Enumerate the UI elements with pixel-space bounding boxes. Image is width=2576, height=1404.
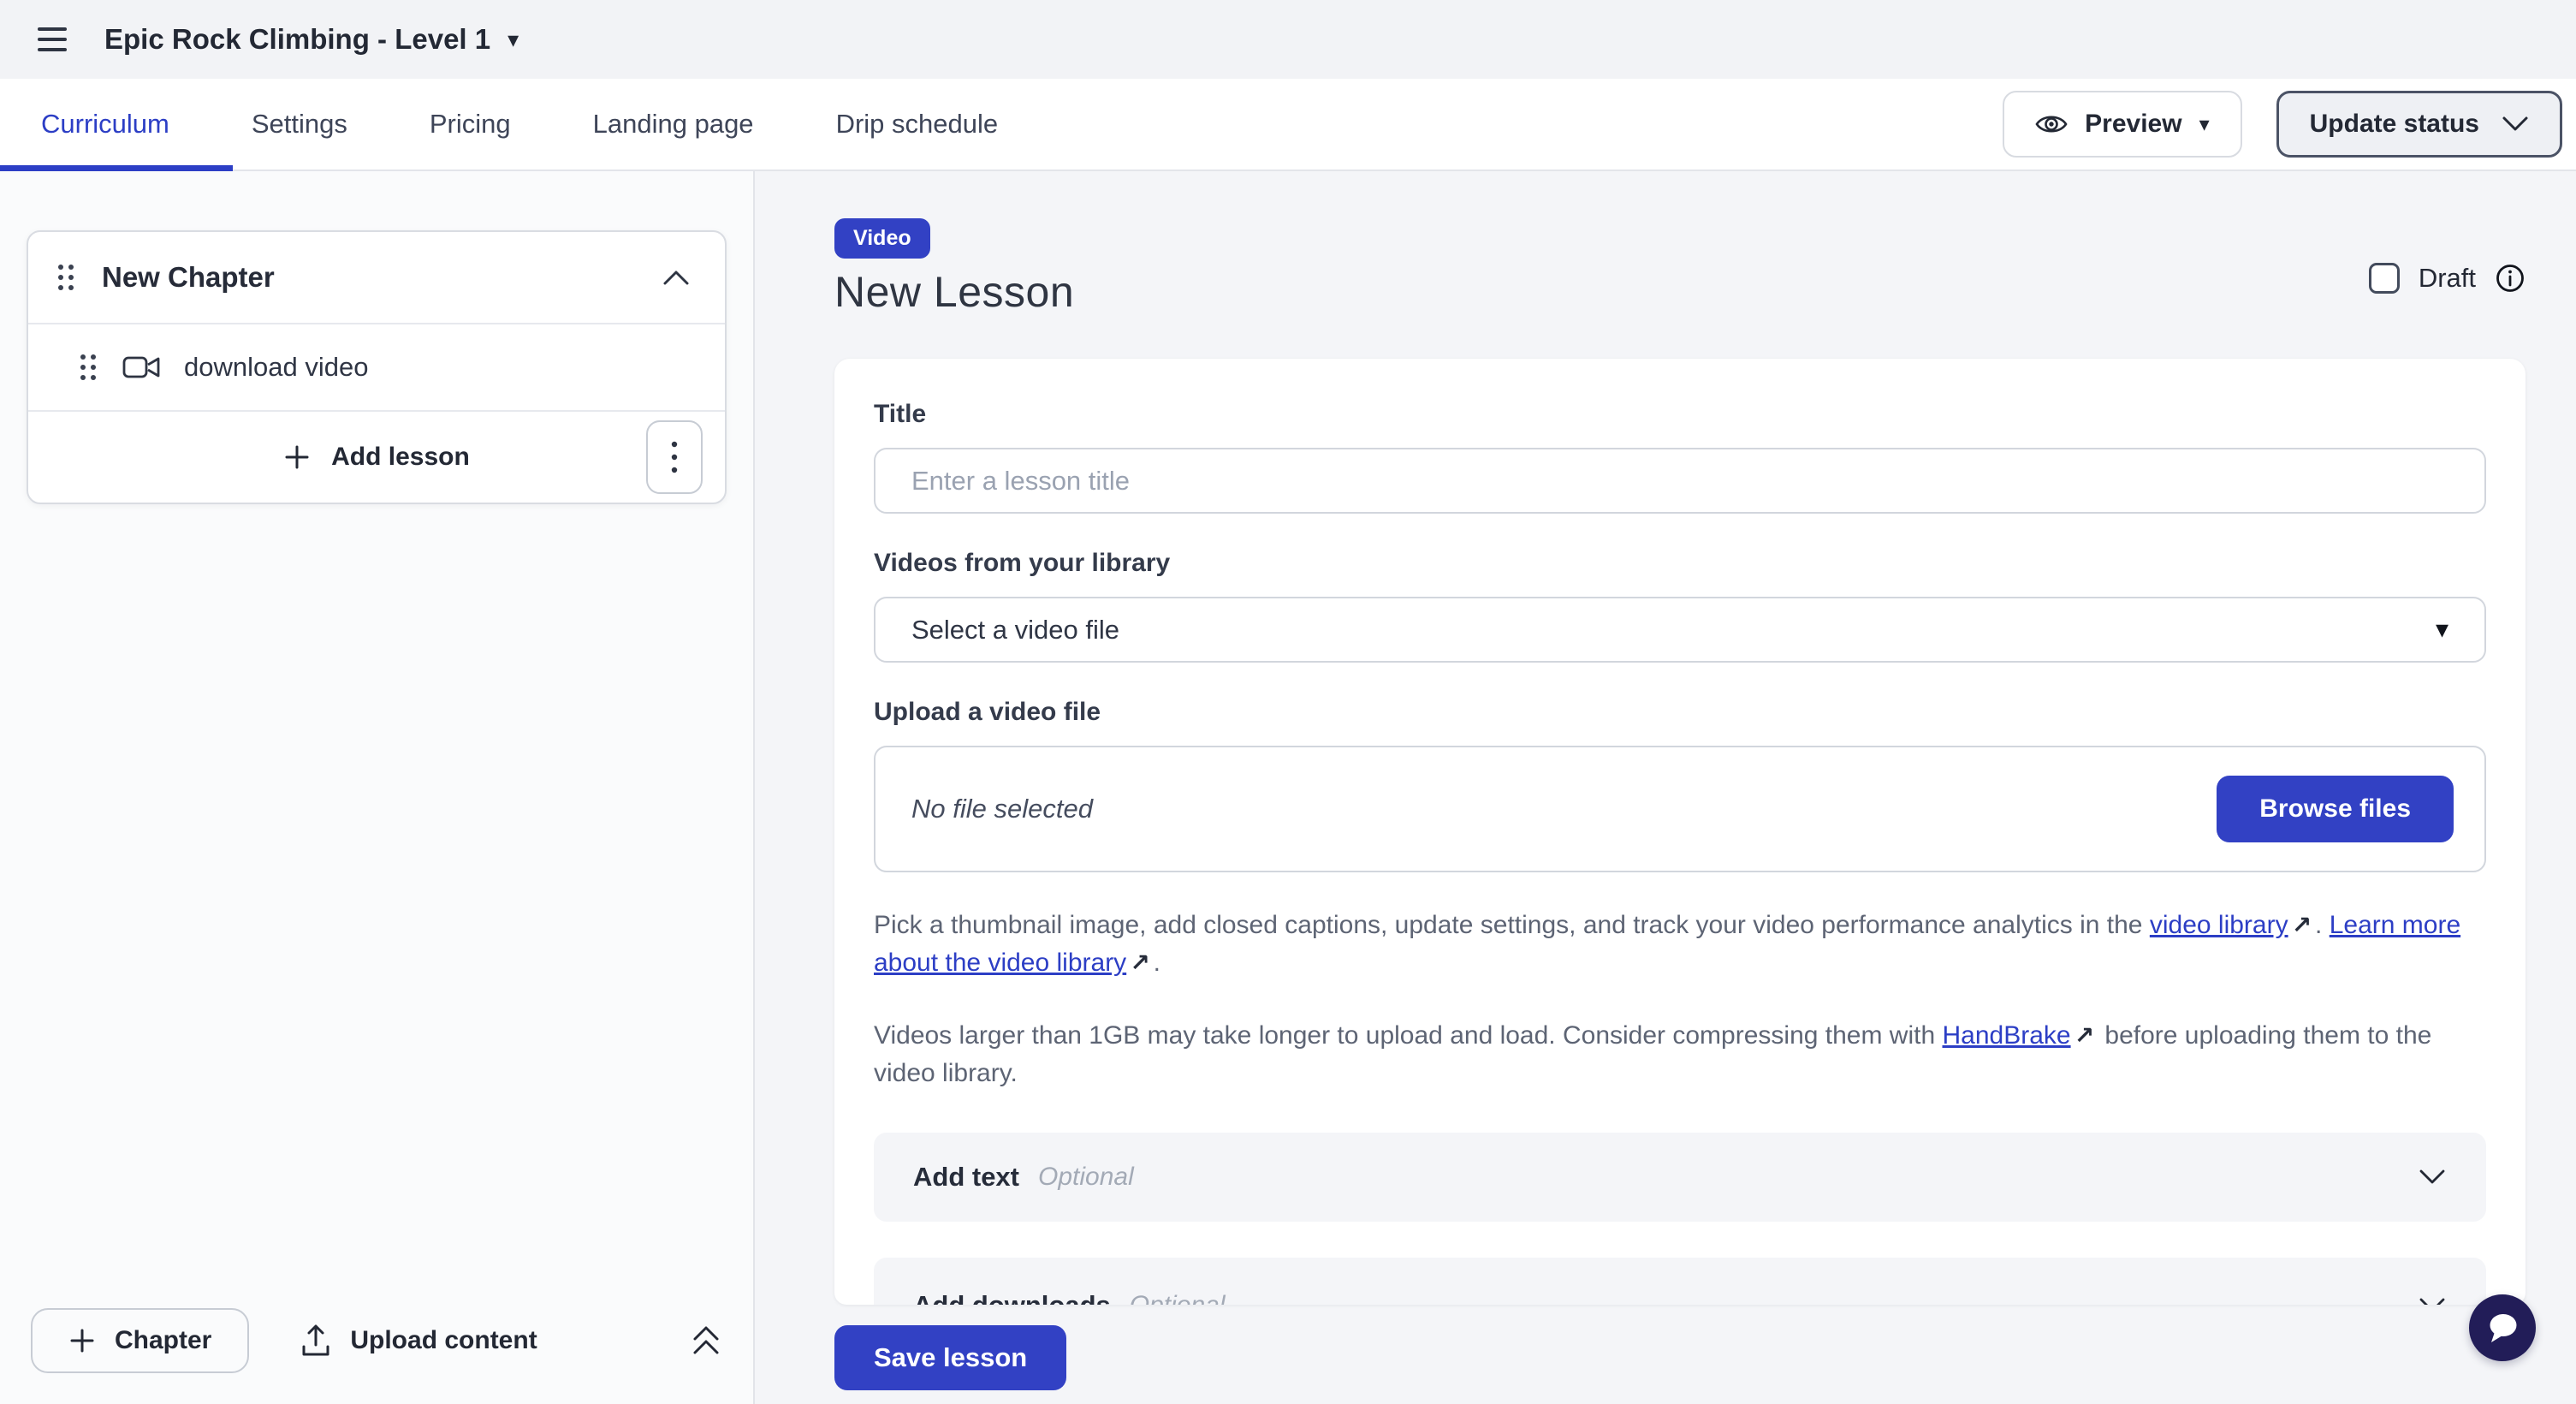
save-lesson-button[interactable]: Save lesson [834,1325,1066,1390]
chat-bubble-icon [2484,1310,2521,1346]
help-text: Pick a thumbnail image, add closed capti… [874,911,2150,939]
title-field-label: Title [874,400,2486,429]
help-text: Videos larger than 1GB may take longer t… [874,1021,1943,1050]
update-status-label: Update status [2310,110,2479,139]
add-text-label: Add text [913,1162,1019,1193]
video-library-help-text: Pick a thumbnail image, add closed capti… [874,907,2486,983]
info-icon[interactable] [2495,263,2526,294]
upload-field-label: Upload a video file [874,698,2486,727]
file-dropzone[interactable]: No file selected Browse files [874,746,2486,872]
active-tab-underline [0,165,233,171]
curriculum-sidebar: New Chapter [0,171,755,1404]
chevron-down-icon [2502,116,2529,133]
drag-handle-icon[interactable] [54,261,78,294]
kebab-icon [671,440,678,474]
chevron-down-icon [2418,1169,2447,1186]
optional-label: Optional [1038,1163,1134,1192]
chevron-up-icon[interactable] [662,269,691,286]
title-field-group: Title [874,400,2486,514]
lesson-editor: Video New Lesson Draft Title [755,171,2576,1404]
draft-label: Draft [2419,263,2476,294]
video-lesson-icon [122,354,162,381]
tab-drip-schedule[interactable]: Drip schedule [836,109,999,140]
video-library-label: Videos from your library [874,549,2486,578]
tabs: Curriculum Settings Pricing Landing page… [0,109,998,140]
chapter-title: New Chapter [102,261,638,294]
header-actions: Preview ▾ Update status [2003,91,2562,158]
support-chat-button[interactable] [2469,1294,2536,1361]
tab-curriculum[interactable]: Curriculum [41,109,169,140]
tab-landing-page[interactable]: Landing page [593,109,754,140]
upload-field-group: Upload a video file No file selected Bro… [874,698,2486,872]
video-library-field-group: Videos from your library Select a video … [874,549,2486,663]
browse-files-button[interactable]: Browse files [2217,776,2454,842]
video-library-select[interactable]: Select a video file ▾ [874,597,2486,663]
lesson-title: download video [184,352,368,383]
lesson-form-card: Title Videos from your library Select a … [834,359,2526,1305]
eye-icon [2035,111,2068,137]
chapter-footer: Add lesson [28,410,725,503]
handbrake-link[interactable]: HandBrake [1943,1021,2071,1050]
lesson-title-input[interactable] [874,448,2486,514]
no-file-text: No file selected [911,794,1093,824]
draft-toggle-group: Draft [2369,263,2526,294]
chevron-down-icon [2418,1297,2447,1305]
help-text: . [1154,949,1160,977]
preview-button[interactable]: Preview ▾ [2003,91,2241,158]
page-title: New Lesson [834,267,1074,317]
course-switcher[interactable]: Epic Rock Climbing - Level 1 ▾ [104,23,519,56]
add-chapter-button[interactable]: Chapter [31,1308,249,1373]
tab-settings[interactable]: Settings [252,109,347,140]
upload-content-button[interactable]: Upload content [300,1324,537,1358]
external-link-icon: ↗ [2288,912,2315,938]
lesson-head: Video New Lesson Draft [834,218,2526,317]
top-bar: Epic Rock Climbing - Level 1 ▾ [0,0,2576,79]
add-downloads-accordion[interactable]: Add downloads Optional [874,1258,2486,1305]
caret-down-icon: ▾ [2199,112,2210,137]
lesson-type-badge: Video [834,218,930,259]
tab-bar: Curriculum Settings Pricing Landing page… [0,79,2576,171]
external-link-icon: ↗ [2071,1022,2098,1049]
add-downloads-label: Add downloads [913,1290,1111,1305]
video-library-link[interactable]: video library [2150,911,2288,939]
course-title: Epic Rock Climbing - Level 1 [104,23,490,56]
hamburger-menu-icon[interactable] [38,27,67,51]
compression-help-text: Videos larger than 1GB may take longer t… [874,1017,2486,1093]
video-library-select-value: Select a video file [911,615,1119,645]
caret-down-icon: ▾ [2436,615,2448,645]
external-link-icon: ↗ [1126,949,1153,976]
add-lesson-label: Add lesson [331,443,470,472]
chapter-menu-button[interactable] [646,420,703,494]
plus-icon [68,1327,96,1354]
help-text: . [2315,911,2330,939]
optional-label: Optional [1130,1291,1226,1305]
plus-icon [283,443,311,471]
drag-handle-icon[interactable] [76,351,100,384]
preview-button-label: Preview [2085,110,2181,139]
caret-down-icon: ▾ [507,28,519,51]
chapter-header[interactable]: New Chapter [28,232,725,323]
collapse-all-button[interactable] [690,1324,722,1358]
add-chapter-label: Chapter [115,1326,211,1355]
draft-checkbox[interactable] [2369,263,2400,294]
update-status-button[interactable]: Update status [2276,91,2562,158]
tab-pricing[interactable]: Pricing [430,109,511,140]
sidebar-footer: Chapter Upload content [0,1277,753,1404]
lesson-item[interactable]: download video [28,323,725,410]
add-text-accordion[interactable]: Add text Optional [874,1133,2486,1222]
add-lesson-button[interactable]: Add lesson [283,443,470,472]
upload-icon [300,1324,331,1358]
upload-content-label: Upload content [350,1326,537,1355]
chapter-card: New Chapter [27,230,727,504]
